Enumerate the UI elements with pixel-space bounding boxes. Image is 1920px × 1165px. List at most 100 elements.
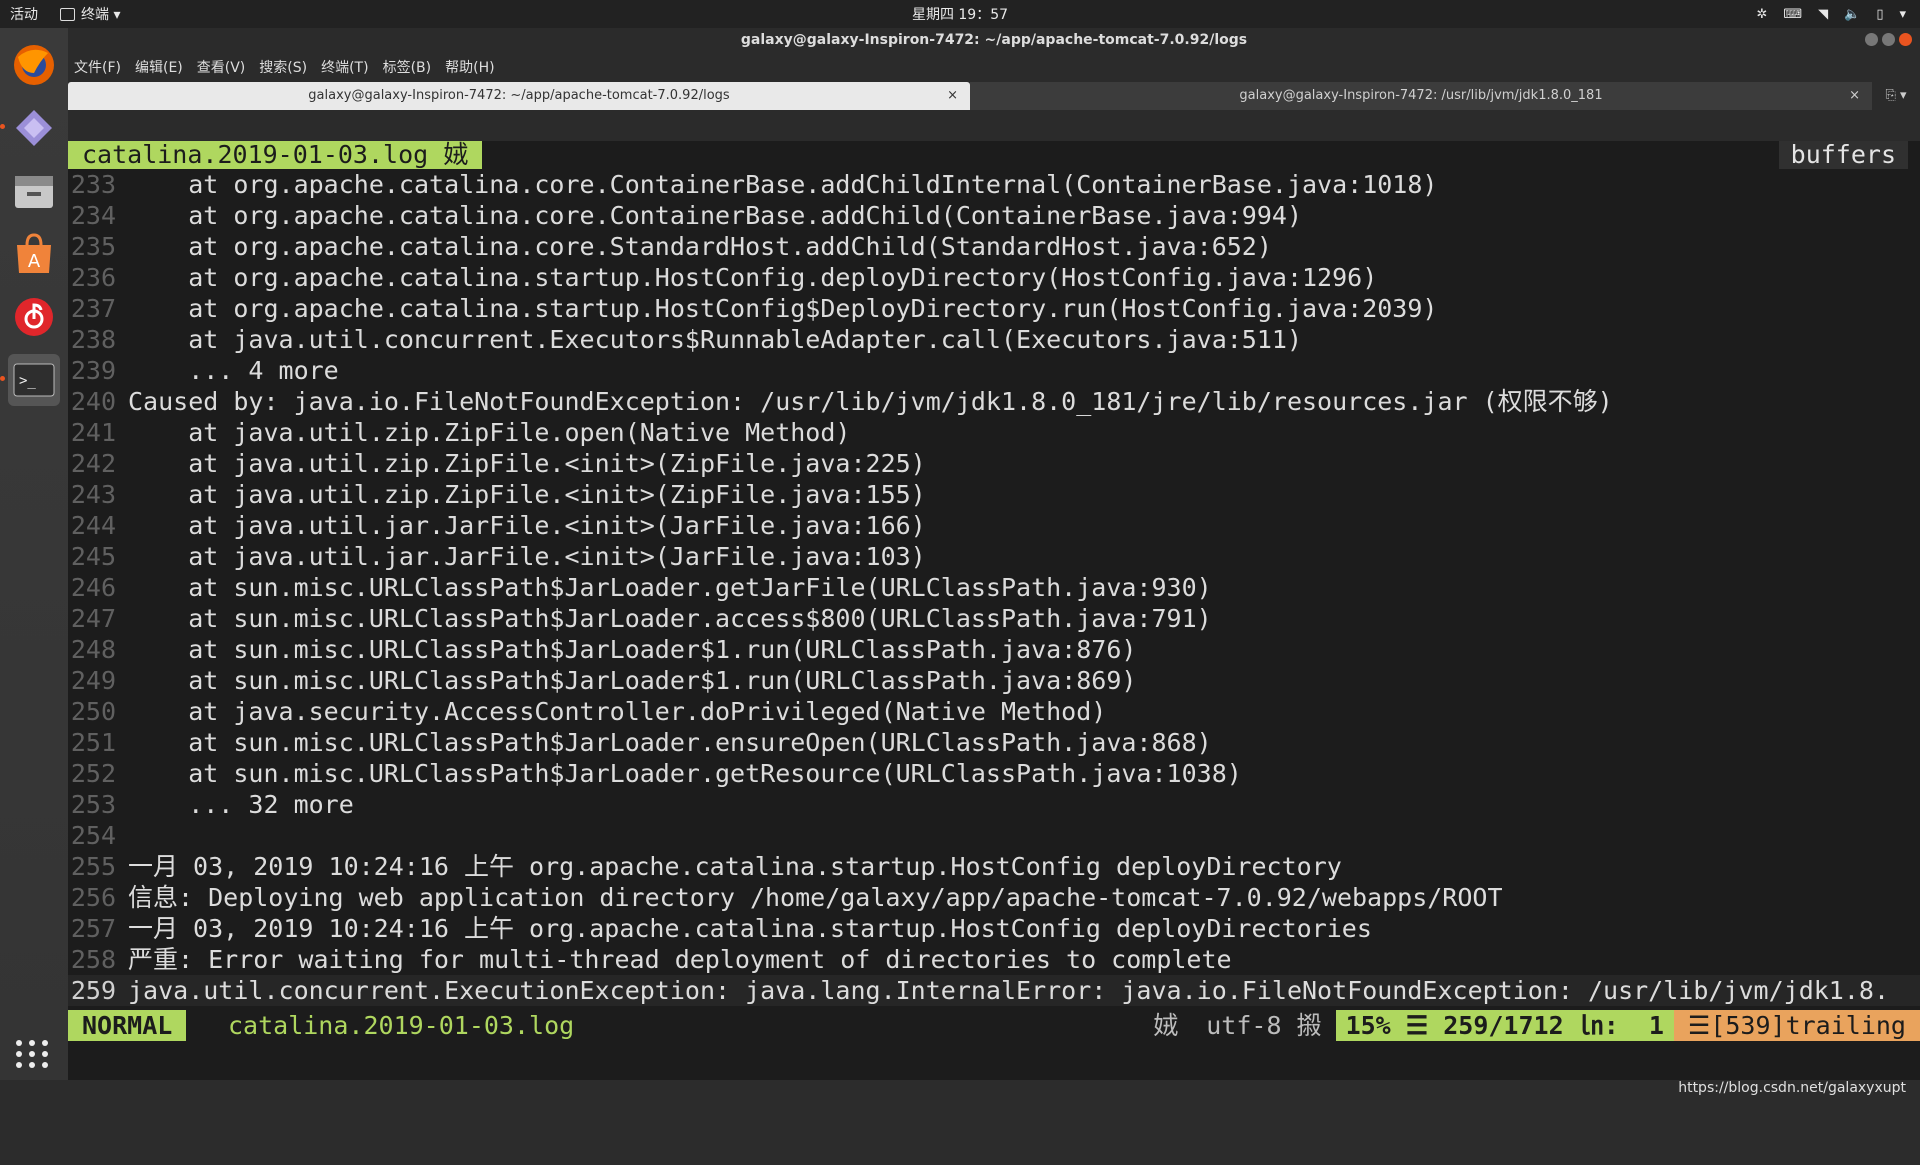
menu-file[interactable]: 文件(F): [74, 57, 121, 77]
vim-line[interactable]: 235 at org.apache.catalina.core.Standard…: [68, 231, 1920, 262]
system-tray[interactable]: ✲ ⌨ ◥ 🔈 ▯ ▾: [1756, 7, 1906, 22]
vim-line[interactable]: 244 at java.util.jar.JarFile.<init>(JarF…: [68, 510, 1920, 541]
diamond-app-icon: [16, 110, 52, 146]
dock-files[interactable]: [8, 165, 60, 217]
line-number: 257: [70, 914, 116, 943]
minimize-icon[interactable]: [1865, 33, 1878, 46]
close-icon[interactable]: [1899, 33, 1912, 46]
show-applications-icon[interactable]: [16, 1040, 50, 1068]
dock-software-center[interactable]: A: [8, 228, 60, 280]
menu-terminal[interactable]: 终端(T): [321, 57, 368, 77]
tab-logs[interactable]: galaxy@galaxy-Inspiron-7472: ~/app/apach…: [68, 82, 970, 110]
dock-app-diamond[interactable]: [0, 102, 60, 154]
vim-line[interactable]: 237 at org.apache.catalina.startup.HostC…: [68, 293, 1920, 324]
line-text: at sun.misc.URLClassPath$JarLoader.getJa…: [128, 573, 1212, 602]
tab-jdk[interactable]: galaxy@galaxy-Inspiron-7472: /usr/lib/jv…: [970, 82, 1872, 110]
line-number: 248: [70, 635, 116, 664]
clock[interactable]: 星期四 19：57: [912, 4, 1008, 24]
vim-line[interactable]: 240 Caused by: java.io.FileNotFoundExcept…: [68, 386, 1920, 417]
firefox-icon: [14, 45, 54, 85]
vim-line[interactable]: 256 信息: Deploying web application directo…: [68, 882, 1920, 913]
vim-line[interactable]: 236 at org.apache.catalina.startup.HostC…: [68, 262, 1920, 293]
vim-line[interactable]: 253 ... 32 more: [68, 789, 1920, 820]
window-titlebar[interactable]: galaxy@galaxy-Inspiron-7472: ~/app/apach…: [68, 28, 1920, 52]
vim-line[interactable]: 249 at sun.misc.URLClassPath$JarLoader$1…: [68, 665, 1920, 696]
terminal-icon: [60, 7, 75, 21]
vim-line[interactable]: 242 at java.util.zip.ZipFile.<init>(ZipF…: [68, 448, 1920, 479]
vim-text-area[interactable]: 233 at org.apache.catalina.core.Containe…: [68, 169, 1920, 1006]
vim-line[interactable]: 257 一月 03, 2019 10:24:16 上午 org.apache.ca…: [68, 913, 1920, 944]
vim-status-right: 娀 utf-8 摋 15% ☰ 259/1712 ㏑: 1 ☰[539]trai…: [1139, 1010, 1920, 1041]
line-text: at java.security.AccessController.doPriv…: [128, 697, 1107, 726]
vim-line[interactable]: 245 at java.util.jar.JarFile.<init>(JarF…: [68, 541, 1920, 572]
line-text: at org.apache.catalina.core.StandardHost…: [128, 232, 1272, 261]
dock-terminal[interactable]: >_: [0, 354, 60, 406]
window-title: galaxy@galaxy-Inspiron-7472: ~/app/apach…: [740, 32, 1248, 48]
vim-line[interactable]: 259 java.util.concurrent.ExecutionExcepti…: [68, 975, 1920, 1006]
vim-line[interactable]: 246 at sun.misc.URLClassPath$JarLoader.g…: [68, 572, 1920, 603]
vim-line[interactable]: 238 at java.util.concurrent.Executors$Ru…: [68, 324, 1920, 355]
line-number: 233: [70, 170, 116, 199]
vim-line[interactable]: 234 at org.apache.catalina.core.Containe…: [68, 200, 1920, 231]
power-menu-icon[interactable]: ▾: [1899, 7, 1906, 22]
line-text: at java.util.jar.JarFile.<init>(JarFile.…: [128, 511, 926, 540]
activities-button[interactable]: 活动: [10, 4, 38, 24]
volume-icon[interactable]: 🔈: [1844, 7, 1860, 22]
window-controls: [1865, 33, 1912, 46]
line-text: at java.util.jar.JarFile.<init>(JarFile.…: [128, 542, 926, 571]
vim-filename: catalina.2019-01-03.log: [228, 1011, 575, 1040]
line-number: 235: [70, 232, 116, 261]
vim-line[interactable]: 250 at java.security.AccessController.do…: [68, 696, 1920, 727]
tab-close-icon[interactable]: ×: [1849, 82, 1860, 110]
line-number: 245: [70, 542, 116, 571]
line-number: 250: [70, 697, 116, 726]
line-number: 253: [70, 790, 116, 819]
menu-tabs[interactable]: 标签(B): [383, 57, 432, 77]
line-text: ... 4 more: [128, 356, 339, 385]
maximize-icon[interactable]: [1882, 33, 1895, 46]
vim-encoding: utf-8 摋: [1192, 1010, 1336, 1041]
vim-line[interactable]: 254: [68, 820, 1920, 851]
svg-text:A: A: [28, 251, 41, 272]
line-number: 259: [70, 976, 116, 1005]
vim-line[interactable]: 241 at java.util.zip.ZipFile.open(Native…: [68, 417, 1920, 448]
line-number: 251: [70, 728, 116, 757]
menu-view[interactable]: 查看(V): [197, 57, 246, 77]
new-tab-icon[interactable]: ⎘ ▾: [1872, 82, 1920, 110]
vim-line[interactable]: 233 at org.apache.catalina.core.Containe…: [68, 169, 1920, 200]
dock-music[interactable]: [8, 291, 60, 343]
vim-line[interactable]: 258 严重: Error waiting for multi-thread de…: [68, 944, 1920, 975]
vim-buffer-tab[interactable]: catalina.2019-01-03.log 娀: [68, 141, 483, 169]
line-number: 244: [70, 511, 116, 540]
vim-line[interactable]: 248 at sun.misc.URLClassPath$JarLoader$1…: [68, 634, 1920, 665]
battery-icon[interactable]: ▯: [1876, 7, 1883, 22]
line-text: at java.util.zip.ZipFile.<init>(ZipFile.…: [128, 449, 926, 478]
vim-buffers-label: buffers: [1778, 141, 1908, 169]
line-text: java.util.concurrent.ExecutionException:…: [128, 976, 1889, 1005]
line-number: 258: [70, 945, 116, 974]
svg-text:>_: >_: [19, 373, 36, 389]
line-number: 243: [70, 480, 116, 509]
vim-line[interactable]: 239 ... 4 more: [68, 355, 1920, 386]
vim-line[interactable]: 247 at sun.misc.URLClassPath$JarLoader.a…: [68, 603, 1920, 634]
menu-edit[interactable]: 编辑(E): [135, 57, 183, 77]
dock-firefox[interactable]: [8, 39, 60, 91]
brightness-icon[interactable]: ✲: [1756, 7, 1767, 22]
vim-mode: NORMAL: [68, 1010, 187, 1041]
tab-close-icon[interactable]: ×: [947, 82, 958, 110]
menu-help[interactable]: 帮助(H): [445, 57, 494, 77]
vim-line[interactable]: 251 at sun.misc.URLClassPath$JarLoader.e…: [68, 727, 1920, 758]
keyboard-icon[interactable]: ⌨: [1783, 7, 1802, 22]
wifi-icon[interactable]: ◥: [1818, 7, 1828, 22]
vim-line[interactable]: 252 at sun.misc.URLClassPath$JarLoader.g…: [68, 758, 1920, 789]
terminal-content[interactable]: catalina.2019-01-03.log 娀 buffers 233 at…: [68, 141, 1920, 1080]
vim-line[interactable]: 255 一月 03, 2019 10:24:16 上午 org.apache.ca…: [68, 851, 1920, 882]
tab-bar: galaxy@galaxy-Inspiron-7472: ~/app/apach…: [68, 82, 1920, 110]
line-number: 236: [70, 263, 116, 292]
vim-position: 15% ☰ 259/1712 ㏑: 1: [1335, 1010, 1674, 1041]
menu-search[interactable]: 搜索(S): [259, 57, 307, 77]
vim-tabline: catalina.2019-01-03.log 娀 buffers: [68, 141, 1920, 169]
vim-line[interactable]: 243 at java.util.zip.ZipFile.<init>(ZipF…: [68, 479, 1920, 510]
app-menu[interactable]: 终端 ▾: [60, 4, 120, 24]
line-number: 255: [70, 852, 116, 881]
